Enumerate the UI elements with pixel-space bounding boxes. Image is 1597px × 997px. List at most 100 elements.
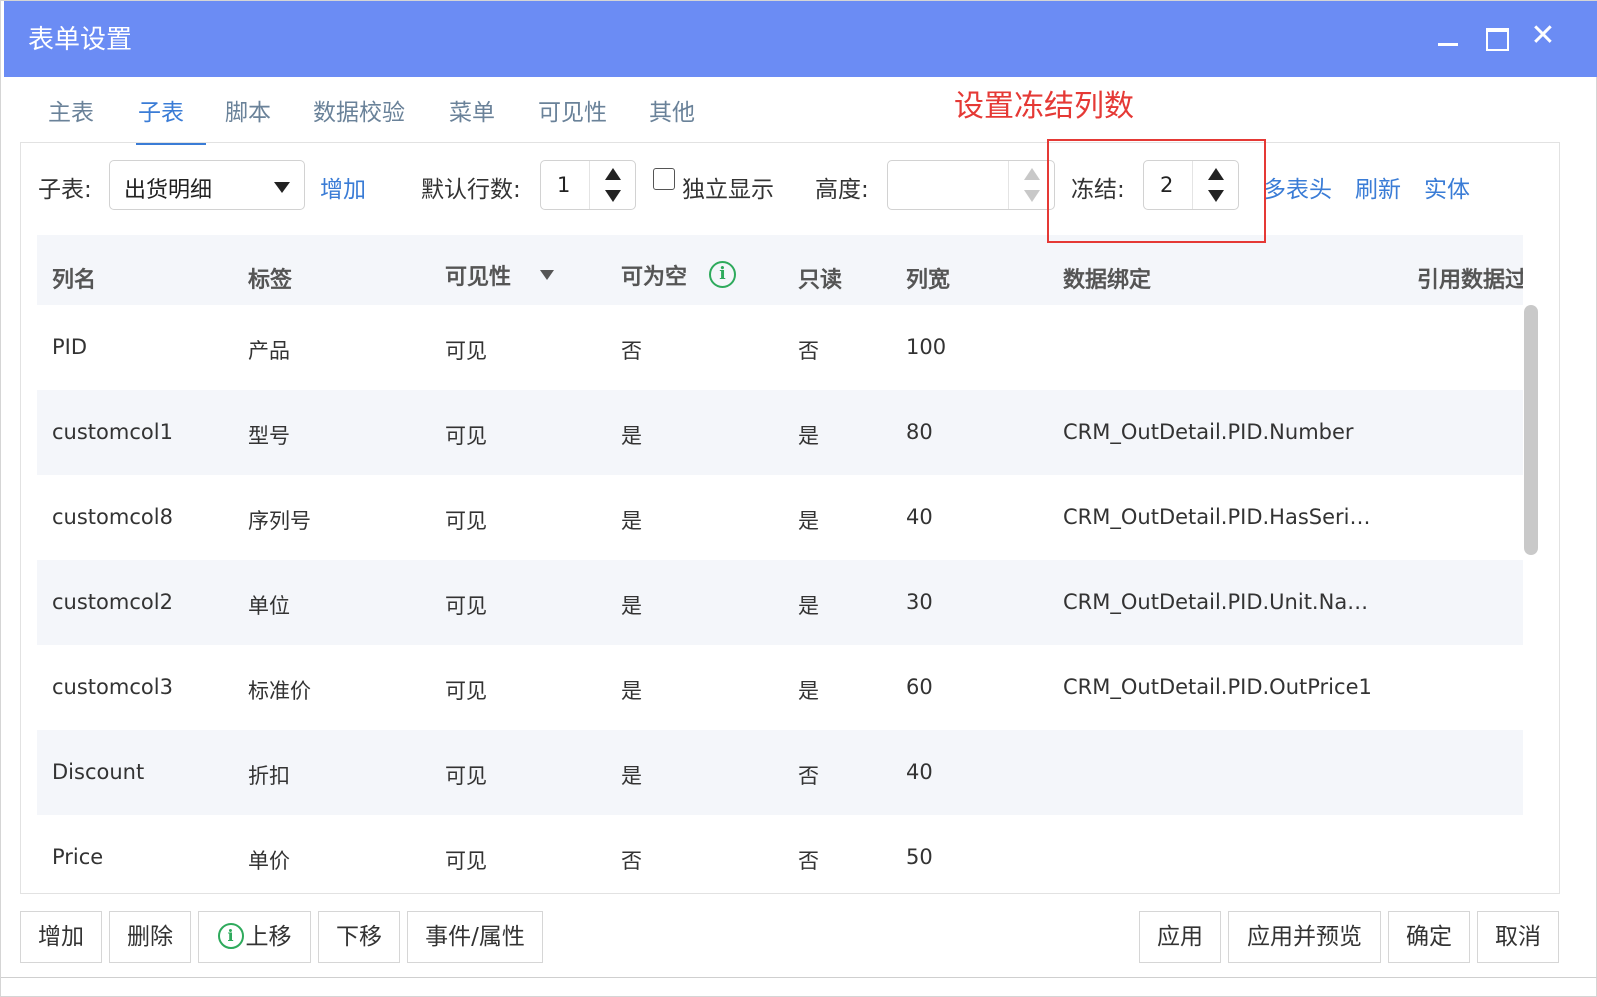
cell-column-name: customcol8 <box>52 505 173 529</box>
standalone-label: 独立显示 <box>682 177 774 203</box>
height-stepper[interactable] <box>887 160 1055 210</box>
default-rows-stepper[interactable]: 1 <box>540 160 636 210</box>
height-stepper-buttons <box>1008 161 1054 209</box>
window-title: 表单设置 <box>28 25 133 55</box>
apply-preview-button[interactable]: 应用并预览 <box>1228 911 1381 963</box>
multi-header-link[interactable]: 多表头 <box>1263 170 1332 204</box>
cell-nullable: 是 <box>621 764 642 788</box>
form-settings-window: 表单设置 ✕ 主表 子表 脚本 数据校验 菜单 可见性 其他 设置冻结列数 子表… <box>0 0 1597 997</box>
table-row[interactable]: PID 产品 可见 否 否 100 <box>37 305 1523 390</box>
events-properties-button[interactable]: 事件/属性 <box>407 911 543 963</box>
header-reference-data[interactable]: 引用数据过 <box>1417 262 1523 294</box>
info-circle-icon[interactable]: i <box>709 261 736 288</box>
header-width[interactable]: 列宽 <box>906 262 950 294</box>
standalone-checkbox[interactable] <box>653 168 675 190</box>
sort-down-icon[interactable] <box>540 270 554 280</box>
tab-subtable[interactable]: 子表 <box>136 91 206 145</box>
cell-data-binding: CRM_OutDetail.PID.Number <box>1063 420 1354 444</box>
header-label[interactable]: 标签 <box>248 262 292 294</box>
subtable-toolbar: 子表: 出货明细 增加 默认行数: 1 独立显示 高度: 冻结: 2 多表头 刷… <box>21 143 1559 233</box>
cell-width: 40 <box>906 760 933 784</box>
freeze-label: 冻结: <box>1071 177 1125 203</box>
cell-column-name: Price <box>52 845 104 869</box>
move-up-label: 上移 <box>245 924 292 950</box>
subtable-label: 子表: <box>38 177 92 203</box>
table-row[interactable]: customcol1 型号 可见 是 是 80 CRM_OutDetail.PI… <box>37 390 1523 475</box>
cell-readonly: 是 <box>798 509 819 533</box>
tab-main[interactable]: 主表 <box>48 91 94 143</box>
height-label: 高度: <box>815 177 869 203</box>
cell-nullable: 是 <box>621 679 642 703</box>
delete-row-button[interactable]: 删除 <box>109 911 191 963</box>
cell-readonly: 否 <box>798 849 819 873</box>
add-subtable-link[interactable]: 增加 <box>320 170 366 204</box>
cell-visibility: 可见 <box>445 594 487 618</box>
cell-label: 型号 <box>248 424 290 448</box>
apply-button[interactable]: 应用 <box>1139 911 1221 963</box>
cell-readonly: 否 <box>798 339 819 363</box>
cancel-button[interactable]: 取消 <box>1477 911 1559 963</box>
increment-arrow-icon[interactable] <box>1208 168 1224 180</box>
cell-visibility: 可见 <box>445 764 487 788</box>
decrement-arrow-icon[interactable] <box>1024 190 1040 202</box>
entity-link[interactable]: 实体 <box>1424 170 1470 204</box>
cell-data-binding: CRM_OutDetail.PID.Unit.Na… <box>1063 590 1369 614</box>
ok-button[interactable]: 确定 <box>1388 911 1470 963</box>
move-up-button[interactable]: i 上移 <box>198 911 311 963</box>
cell-visibility: 可见 <box>445 339 487 363</box>
header-visibility[interactable]: 可见性 <box>445 259 511 291</box>
cell-data-binding: CRM_OutDetail.PID.OutPrice1 <box>1063 675 1372 699</box>
cell-nullable: 否 <box>621 339 642 363</box>
decrement-arrow-icon[interactable] <box>1208 190 1224 202</box>
column-grid: 列名 标签 可见性 可为空 i 只读 列宽 数据绑定 引用数据过 PID 产品 … <box>37 235 1523 885</box>
divider <box>1 977 1597 978</box>
maximize-icon[interactable] <box>1482 21 1516 55</box>
decrement-arrow-icon[interactable] <box>605 190 621 202</box>
cell-readonly: 是 <box>798 424 819 448</box>
refresh-link[interactable]: 刷新 <box>1355 170 1401 204</box>
cell-label: 标准价 <box>248 679 311 703</box>
increment-arrow-icon[interactable] <box>1024 168 1040 180</box>
cell-label: 单位 <box>248 594 290 618</box>
table-row[interactable]: customcol3 标准价 可见 是 是 60 CRM_OutDetail.P… <box>37 645 1523 730</box>
tab-script[interactable]: 脚本 <box>225 91 271 143</box>
freeze-annotation: 设置冻结列数 <box>954 89 1134 124</box>
default-rows-value: 1 <box>557 173 571 197</box>
cell-nullable: 是 <box>621 509 642 533</box>
title-bar[interactable]: 表单设置 ✕ <box>4 1 1597 77</box>
default-rows-stepper-buttons <box>589 161 635 209</box>
vertical-scrollbar[interactable] <box>1524 305 1538 555</box>
table-row[interactable]: customcol8 序列号 可见 是 是 40 CRM_OutDetail.P… <box>37 475 1523 560</box>
cell-readonly: 是 <box>798 594 819 618</box>
cell-nullable: 是 <box>621 424 642 448</box>
increment-arrow-icon[interactable] <box>605 168 621 180</box>
move-down-button[interactable]: 下移 <box>318 911 400 963</box>
table-row[interactable]: Price 单价 可见 否 否 50 <box>37 815 1523 885</box>
cell-readonly: 是 <box>798 679 819 703</box>
cell-readonly: 否 <box>798 764 819 788</box>
table-row[interactable]: customcol2 单位 可见 是 是 30 CRM_OutDetail.PI… <box>37 560 1523 645</box>
cell-column-name: customcol3 <box>52 675 173 699</box>
cell-visibility: 可见 <box>445 679 487 703</box>
cell-nullable: 否 <box>621 849 642 873</box>
add-row-button[interactable]: 增加 <box>20 911 102 963</box>
freeze-columns-stepper[interactable]: 2 <box>1143 160 1239 210</box>
header-column-name[interactable]: 列名 <box>52 262 96 294</box>
tab-other[interactable]: 其他 <box>649 91 695 143</box>
header-data-binding[interactable]: 数据绑定 <box>1063 262 1151 294</box>
header-nullable[interactable]: 可为空 <box>621 259 687 291</box>
cell-visibility: 可见 <box>445 509 487 533</box>
tab-visibility[interactable]: 可见性 <box>538 91 607 143</box>
header-readonly[interactable]: 只读 <box>798 262 842 294</box>
info-circle-icon: i <box>217 922 244 949</box>
tab-validation[interactable]: 数据校验 <box>313 91 405 143</box>
minimize-icon[interactable] <box>1434 21 1468 55</box>
cell-label: 序列号 <box>248 509 311 533</box>
tab-menu[interactable]: 菜单 <box>449 91 495 143</box>
subtable-select[interactable]: 出货明细 <box>109 160 305 210</box>
cell-visibility: 可见 <box>445 849 487 873</box>
cell-label: 单价 <box>248 849 290 873</box>
table-row[interactable]: Discount 折扣 可见 是 否 40 <box>37 730 1523 815</box>
close-icon[interactable]: ✕ <box>1526 21 1560 55</box>
cell-label: 折扣 <box>248 764 290 788</box>
